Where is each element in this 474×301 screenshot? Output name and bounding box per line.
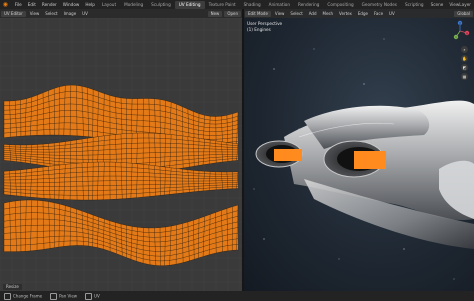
uv-islands[interactable] bbox=[3, 84, 239, 266]
status-hint-pan-label: Pan View bbox=[59, 293, 78, 298]
menu-file[interactable]: File bbox=[12, 2, 25, 7]
tab-layout[interactable]: Layout bbox=[98, 1, 120, 9]
status-hint-uv: UV bbox=[81, 292, 104, 300]
gizmo-z-label: Z bbox=[459, 21, 461, 25]
pan-hand-icon[interactable]: ✋ bbox=[461, 55, 468, 62]
uv-editor-type-button[interactable]: UV Editor bbox=[1, 10, 26, 17]
vp-menu-select[interactable]: Select bbox=[287, 11, 305, 16]
status-bar: Change Frame Pan View UV bbox=[0, 291, 474, 301]
vp-menu-edge[interactable]: Edge bbox=[355, 11, 371, 16]
tab-shading[interactable]: Shading bbox=[240, 1, 265, 9]
viewport-header-right: Global bbox=[453, 10, 474, 17]
vp-menu-add[interactable]: Add bbox=[306, 11, 320, 16]
uv-menu-view[interactable]: View bbox=[27, 11, 43, 16]
gizmo-y-label: Y bbox=[455, 35, 457, 39]
perspective-grid-icon[interactable]: ▦ bbox=[461, 73, 468, 80]
tab-rendering[interactable]: Rendering bbox=[294, 1, 323, 9]
tab-animation[interactable]: Animation bbox=[265, 1, 294, 9]
3d-viewport[interactable]: Edit Mode View Select Add Mesh Vertex Ed… bbox=[244, 9, 474, 291]
zoom-icon[interactable]: ⌕ bbox=[461, 46, 468, 53]
menu-edit[interactable]: Edit bbox=[25, 2, 39, 7]
vp-menu-face[interactable]: Face bbox=[371, 11, 386, 16]
viewport-scene[interactable] bbox=[244, 9, 474, 291]
uv-canvas[interactable] bbox=[0, 18, 242, 291]
uv-menu-image[interactable]: Image bbox=[61, 11, 80, 16]
transform-orientation[interactable]: Global bbox=[454, 10, 473, 17]
viewlayer-selector[interactable]: ViewLayer bbox=[446, 2, 474, 7]
mouse-icon bbox=[50, 292, 58, 300]
uv-selected-face-left[interactable] bbox=[274, 149, 302, 161]
status-hint-frame: Change Frame bbox=[0, 292, 46, 300]
navigation-gizmo[interactable]: X Y Z bbox=[449, 20, 471, 42]
gizmo-x-label: X bbox=[466, 31, 468, 35]
camera-icon[interactable]: ◩ bbox=[461, 64, 468, 71]
redo-last-panel[interactable]: Resize bbox=[3, 284, 22, 290]
new-image-button[interactable]: New bbox=[207, 10, 223, 17]
mode-selector[interactable]: Edit Mode bbox=[245, 10, 271, 17]
status-hint-pan: Pan View bbox=[46, 292, 81, 300]
status-hint-frame-label: Change Frame bbox=[13, 293, 43, 298]
topbar-right: Scene ViewLayer bbox=[428, 2, 474, 7]
vp-menu-view[interactable]: View bbox=[272, 11, 288, 16]
uv-menu-select[interactable]: Select bbox=[42, 11, 60, 16]
uv-island[interactable] bbox=[3, 161, 239, 201]
tab-sculpting[interactable]: Sculpting bbox=[147, 1, 175, 9]
mouse-icon bbox=[4, 292, 11, 300]
blender-logo-icon[interactable]: ◉ bbox=[2, 1, 9, 8]
status-hint-uv-label: UV bbox=[94, 293, 100, 298]
top-bar: ◉ File Edit Render Window Help Layout Mo… bbox=[0, 0, 474, 9]
vp-menu-vertex[interactable]: Vertex bbox=[336, 11, 355, 16]
tab-scripting[interactable]: Scripting bbox=[401, 1, 428, 9]
mouse-icon bbox=[85, 292, 93, 300]
vp-menu-mesh[interactable]: Mesh bbox=[320, 11, 337, 16]
tab-compositing[interactable]: Compositing bbox=[323, 1, 357, 9]
scene-selector[interactable]: Scene bbox=[428, 2, 447, 7]
object-name: (1) Engines bbox=[247, 27, 271, 32]
menu-render[interactable]: Render bbox=[39, 2, 60, 7]
uv-selected-face-right[interactable] bbox=[354, 151, 386, 169]
uv-header-right: New Open bbox=[207, 10, 242, 17]
uv-editor: UV Editor View Select Image UV New Open bbox=[0, 9, 242, 291]
menu-help[interactable]: Help bbox=[82, 2, 98, 7]
tab-geometry-nodes[interactable]: Geometry Nodes bbox=[358, 1, 401, 9]
tab-uv-editing[interactable]: UV Editing bbox=[174, 0, 205, 9]
viewport-info: User Perspective (1) Engines bbox=[247, 21, 282, 33]
viewport-header: Edit Mode View Select Add Mesh Vertex Ed… bbox=[244, 9, 474, 18]
tab-texture-paint[interactable]: Texture Paint bbox=[205, 1, 240, 9]
tab-modeling[interactable]: Modeling bbox=[120, 1, 147, 9]
vp-menu-uv[interactable]: UV bbox=[386, 11, 398, 16]
uv-editor-header: UV Editor View Select Image UV New Open bbox=[0, 9, 242, 18]
open-image-button[interactable]: Open bbox=[224, 10, 241, 17]
uv-menu-uv[interactable]: UV bbox=[79, 11, 91, 16]
menu-window[interactable]: Window bbox=[60, 2, 83, 7]
